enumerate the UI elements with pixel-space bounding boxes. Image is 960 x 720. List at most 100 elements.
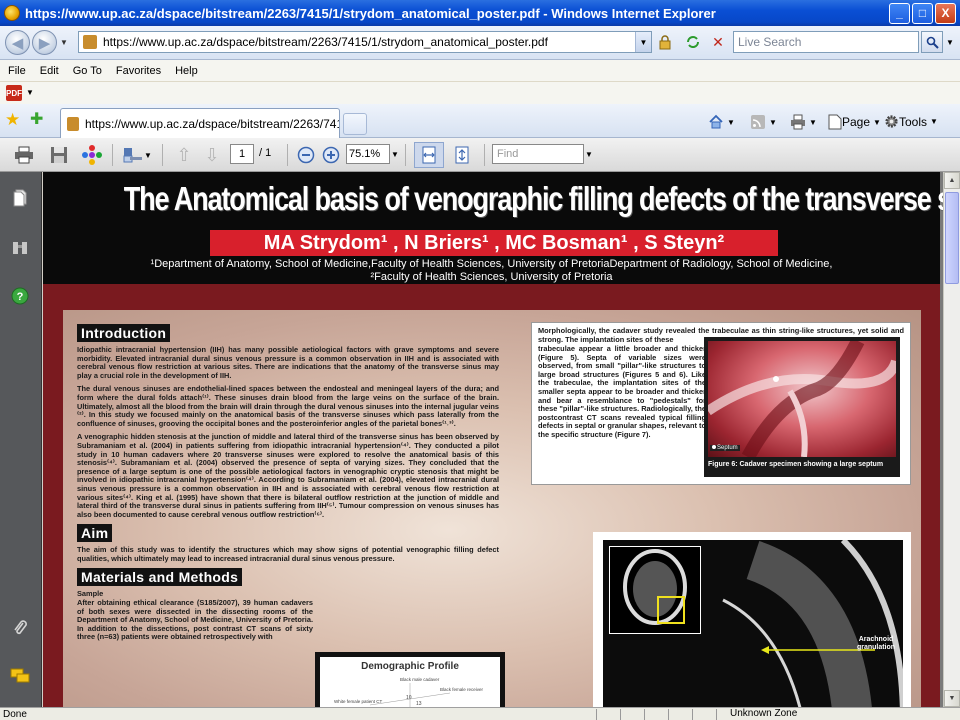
search-input[interactable]: Live Search [733,31,919,53]
previous-page-button[interactable]: ⇧ [172,143,196,167]
pdf-navigation-panel: ? [0,172,42,707]
page-menu-button[interactable]: Page ▼ [828,114,881,130]
radar-chart-lines [369,683,451,707]
stop-icon[interactable]: ✕ [708,32,728,52]
home-dropdown-icon[interactable]: ▼ [727,118,735,127]
printer-icon [791,114,805,130]
scrollbar-thumb[interactable] [945,192,959,284]
maximize-button[interactable]: □ [912,2,933,24]
results-box: Morphologically, the cadaver study revea… [531,322,911,485]
zoom-in-icon [322,146,340,164]
pdf-options-dropdown-icon[interactable]: ▼ [26,88,34,97]
pdf-save-button[interactable] [47,143,71,167]
links-row: PDF ▼ [0,82,960,104]
forward-button[interactable]: ▶ [32,30,57,55]
tab-current[interactable]: https://www.up.ac.za/dspace/bitstream/22… [60,108,340,138]
print-button[interactable]: ▼ [790,114,817,130]
status-text: Done [3,708,27,720]
feeds-dropdown-icon[interactable]: ▼ [769,118,777,127]
septum-tag: Septum [710,445,740,451]
recent-pages-dropdown-icon[interactable]: ▼ [60,38,68,47]
introduction-paragraph: Idiopathic intracranial hypertension (II… [77,345,499,380]
rss-feed-icon [751,115,765,129]
refresh-icon[interactable] [683,32,703,52]
figure-6: Septum Figure 6: Cadaver specimen showin… [704,337,901,477]
scroll-up-arrow-icon[interactable]: ▲ [944,172,960,189]
search-button[interactable] [921,31,943,53]
window-title: https://www.up.ac.za/dspace/bitstream/22… [25,5,716,21]
menu-help[interactable]: Help [175,65,198,77]
tab-page-icon [67,116,79,131]
attachments-panel-button[interactable] [10,238,30,258]
menu-file[interactable]: File [8,65,26,77]
affiliation-line-2: ²Faculty of Health Sciences, University … [370,271,613,283]
status-divider [596,709,597,720]
paperclip-icon [14,620,27,635]
status-divider [716,709,717,720]
tools-menu-label: Tools [899,114,928,129]
pdf-collaborate-button[interactable] [80,143,104,167]
find-input[interactable]: Find [492,144,584,164]
zoom-dropdown-icon[interactable]: ▼ [391,150,399,159]
introduction-heading: Introduction [77,324,171,342]
arachnoid-granulation-label: Arachnoid granulation [856,636,896,651]
menu-favorites[interactable]: Favorites [116,65,161,77]
pdf-print-button[interactable] [12,143,36,167]
favorites-star-icon[interactable]: ★ [5,111,20,128]
comments-button[interactable] [10,666,30,686]
poster-affiliations: ¹Department of Anatomy, School of Medici… [43,258,940,284]
add-favorite-icon[interactable]: ✚ [30,112,43,128]
pages-panel-button[interactable] [10,188,30,208]
poster-authors: MA Strydom¹ , N Briers¹ , MC Bosman¹ , S… [210,230,778,256]
zoom-level-input[interactable]: 75.1% [346,144,390,164]
new-tab-button[interactable] [343,113,367,135]
print-dropdown-icon[interactable]: ▼ [809,118,817,127]
status-divider [692,709,693,720]
security-zone: Unknown Zone [730,708,798,719]
adobe-collaborate-icon [82,145,102,165]
toolbar-divider [287,144,288,166]
gear-icon [885,115,898,128]
vertical-scrollbar[interactable]: ▲ ▼ [943,172,960,707]
pdf-search-button[interactable]: ▼ [120,143,154,167]
fit-width-icon [422,146,436,164]
address-dropdown-icon[interactable]: ▼ [635,32,651,52]
svg-text:?: ? [17,291,24,303]
demographic-profile-chart: Demographic Profile Black male cadaver B… [315,652,505,707]
page-count: / 1 [259,147,272,159]
home-button[interactable]: ▼ [708,114,735,130]
search-dropdown-icon: ▼ [144,150,152,160]
attachments-button[interactable] [10,618,30,638]
tools-menu-button[interactable]: Tools ▼ [884,114,938,129]
menu-go-to[interactable]: Go To [73,65,102,77]
septum-photo-drawing [705,337,901,461]
adobe-pdf-icon[interactable]: PDF [6,85,22,101]
status-bar: Done Unknown Zone [0,707,960,720]
zoom-in-button[interactable] [319,143,343,167]
fit-width-button[interactable] [414,142,444,168]
close-button[interactable]: X [935,2,956,24]
fit-page-button[interactable] [450,143,474,167]
feeds-button[interactable]: ▼ [750,114,777,130]
find-dropdown-icon[interactable]: ▼ [585,150,593,159]
zoom-out-button[interactable] [294,143,318,167]
toolbar-divider [405,144,406,166]
address-url[interactable]: https://www.up.ac.za/dspace/bitstream/22… [103,35,635,49]
search-options-dropdown-icon[interactable]: ▼ [946,38,954,47]
tab-label: https://www.up.ac.za/dspace/bitstream/22… [85,116,339,131]
menu-edit[interactable]: Edit [40,65,59,77]
page-icon [83,35,97,49]
page-number-input[interactable]: 1 [230,144,254,164]
minimize-button[interactable]: _ [889,2,910,24]
zoom-out-icon [297,146,315,164]
ct-scan-image: Arachnoid granulation [603,537,906,707]
figure-7-ct-scan: Arachnoid granulation [593,532,911,707]
pdf-document-area[interactable]: The Anatomical basis of venographic fill… [43,172,943,707]
help-button[interactable]: ? [10,286,30,306]
next-page-button[interactable]: ⇩ [200,143,224,167]
back-button[interactable]: ◀ [5,30,30,55]
scroll-down-arrow-icon[interactable]: ▼ [944,690,960,707]
address-bar[interactable]: https://www.up.ac.za/dspace/bitstream/22… [78,31,652,53]
title-bar: https://www.up.ac.za/dspace/bitstream/22… [0,0,960,26]
lock-icon[interactable] [655,32,675,52]
